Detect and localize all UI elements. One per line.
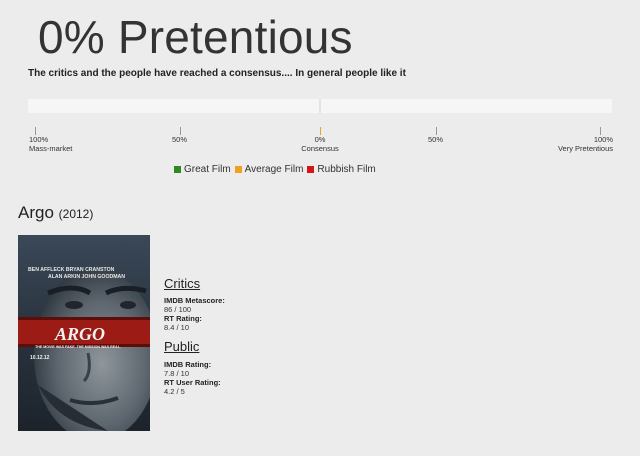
public-section: Public IMDB Rating: 7.8 / 10 RT User Rat… xyxy=(164,339,221,396)
critics-heading: Critics xyxy=(164,276,201,291)
svg-text:ALAN ARKIN JOHN GOODMAN: ALAN ARKIN JOHN GOODMAN xyxy=(48,274,125,280)
green-swatch-icon xyxy=(174,166,181,173)
scale-tick xyxy=(436,127,437,135)
svg-text:10.12.12: 10.12.12 xyxy=(30,355,50,361)
rt-rating-label: RT Rating: xyxy=(164,314,202,323)
verdict-text: The critics and the people have reached … xyxy=(28,68,406,79)
film-year: (2012) xyxy=(58,207,94,221)
svg-text:BEN AFFLECK BRYAN CRANSTON: BEN AFFLECK BRYAN CRANSTON xyxy=(28,267,115,273)
imdb-rating-value: 7.8 / 10 xyxy=(164,369,190,378)
legend-great: Great Film xyxy=(174,164,231,175)
rt-rating-value: 8.4 / 10 xyxy=(164,323,190,332)
consensus-marker xyxy=(320,127,321,135)
red-swatch-icon xyxy=(307,166,315,173)
scale-tick xyxy=(600,127,601,135)
imdb-metascore-label: IMDB Metascore: xyxy=(164,296,225,305)
scale-tick-label: 50% xyxy=(172,135,188,144)
scale-tick xyxy=(180,127,181,135)
film-title: Argo (2012) xyxy=(18,203,94,222)
legend-average: Average Film xyxy=(234,164,303,175)
svg-text:THE MOVIE WAS FAKE. THE MISSIO: THE MOVIE WAS FAKE. THE MISSION WAS REAL… xyxy=(35,345,121,349)
scale-right-half xyxy=(321,99,612,113)
rt-user-rating-label: RT User Rating: xyxy=(164,378,221,387)
film-poster[interactable]: BEN AFFLECK BRYAN CRANSTON ALAN ARKIN JO… xyxy=(18,235,150,431)
scale-tick-label: 100% Very Pretentious xyxy=(557,135,613,153)
public-heading: Public xyxy=(164,339,200,354)
scale-tick-label: 0% Consensus xyxy=(301,135,339,153)
scale-tick xyxy=(35,127,36,135)
rating-legend: Great Film Average Film Rubbish Film xyxy=(174,164,380,175)
pretension-scale-bar xyxy=(28,99,612,113)
page-title: 0% Pretentious xyxy=(38,11,353,63)
svg-text:ARGO: ARGO xyxy=(54,324,105,344)
imdb-metascore-value: 86 / 100 xyxy=(164,305,192,314)
scale-left-half xyxy=(28,99,319,113)
scale-tick-label: 50% xyxy=(428,135,444,144)
scale-tick-label: 100% Mass-market xyxy=(29,135,73,153)
legend-rubbish: Rubbish Film xyxy=(307,164,376,175)
critics-section: Critics IMDB Metascore: 86 / 100 RT Rati… xyxy=(164,276,225,332)
orange-swatch-icon xyxy=(234,166,242,173)
rt-user-rating-value: 4.2 / 5 xyxy=(164,387,185,396)
imdb-rating-label: IMDB Rating: xyxy=(164,360,212,369)
